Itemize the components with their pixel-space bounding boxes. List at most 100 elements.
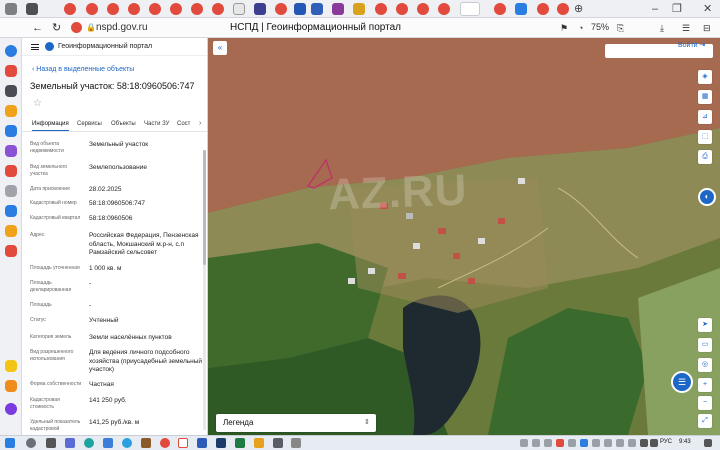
- tab-icon[interactable]: [212, 3, 224, 15]
- zoom-in-icon[interactable]: +: [698, 378, 712, 392]
- taskbar-app-icon[interactable]: [291, 438, 301, 448]
- tray-icon[interactable]: [628, 439, 636, 447]
- tab-icon[interactable]: [107, 3, 119, 15]
- sidebar-icon[interactable]: [5, 45, 17, 57]
- tab-information[interactable]: Информация: [32, 121, 69, 131]
- tab-icon[interactable]: [438, 3, 450, 15]
- sidebar-toggle-icon[interactable]: ⊟: [703, 21, 711, 35]
- sidebar-icon[interactable]: [5, 165, 17, 177]
- tab-icon[interactable]: [26, 3, 38, 15]
- assistant-icon[interactable]: ◐: [698, 188, 716, 206]
- back-to-selected-link[interactable]: ‹ Назад в выделенные объекты: [32, 66, 134, 73]
- tab-icon[interactable]: [515, 3, 527, 15]
- tab-icon[interactable]: [275, 3, 287, 15]
- tab-icon[interactable]: [170, 3, 182, 15]
- tab-icon[interactable]: [311, 3, 323, 15]
- layers-icon[interactable]: ◈: [698, 70, 712, 84]
- tab-icon[interactable]: [86, 3, 98, 15]
- store-icon[interactable]: [103, 438, 113, 448]
- sidebar-icon[interactable]: [5, 105, 17, 117]
- login-button[interactable]: Войти ⇥: [678, 41, 705, 49]
- tab-icon[interactable]: [5, 3, 17, 15]
- download-icon[interactable]: ⤓: [660, 21, 664, 35]
- tray-icon[interactable]: [532, 439, 540, 447]
- taskbar-clock[interactable]: 9:43: [679, 439, 691, 445]
- wifi-icon[interactable]: [640, 439, 648, 447]
- tab-icon[interactable]: [254, 3, 266, 15]
- fullscreen-icon[interactable]: ⤢: [698, 414, 712, 428]
- protect-icon[interactable]: ◔: [578, 21, 583, 35]
- sidebar-icon[interactable]: [5, 125, 17, 137]
- extension-icon[interactable]: ⎘: [617, 21, 624, 35]
- tray-icon[interactable]: [568, 439, 576, 447]
- tab-icon[interactable]: [332, 3, 344, 15]
- select-area-icon[interactable]: ⬚: [698, 130, 712, 144]
- zoom-out-icon[interactable]: −: [698, 396, 712, 410]
- tray-icon[interactable]: [556, 439, 564, 447]
- tray-icon[interactable]: [580, 439, 588, 447]
- collapse-panel-button[interactable]: «: [213, 41, 227, 55]
- browser-icon[interactable]: [160, 438, 170, 448]
- taskbar-app-icon[interactable]: [254, 438, 264, 448]
- sidebar-icon[interactable]: [5, 205, 17, 217]
- yandex-icon[interactable]: [178, 438, 188, 448]
- tab-icon[interactable]: [233, 3, 245, 15]
- navigate-icon[interactable]: ➤: [698, 318, 712, 332]
- minimize-icon[interactable]: –: [652, 2, 658, 16]
- tab-icon[interactable]: [128, 3, 140, 15]
- new-tab-icon[interactable]: ⊕: [574, 2, 583, 16]
- task-view-icon[interactable]: [46, 438, 56, 448]
- bookmark-icon[interactable]: ⚑: [560, 21, 568, 35]
- satellite-map[interactable]: AZ.RU « Войти ⇥ ◈ ▦ ⊿ ⬚ ⎙ ◐ ➤ ▭ ◎ ☰ + − …: [208, 38, 720, 435]
- notifications-icon[interactable]: [704, 439, 712, 447]
- tab-icon[interactable]: [396, 3, 408, 15]
- sidebar-icon[interactable]: [5, 65, 17, 77]
- tab-icon[interactable]: [294, 3, 306, 15]
- tab-icon[interactable]: [353, 3, 365, 15]
- excel-icon[interactable]: [235, 438, 245, 448]
- sidebar-icon[interactable]: [5, 145, 17, 157]
- tab-services[interactable]: Сервисы: [77, 121, 102, 127]
- sidebar-icon[interactable]: [5, 245, 17, 257]
- menu-icon[interactable]: ☰: [682, 21, 690, 35]
- geolocation-icon[interactable]: ◎: [698, 358, 712, 372]
- tab-state[interactable]: Сост: [177, 121, 190, 127]
- sidebar-icon[interactable]: [5, 85, 17, 97]
- sidebar-icon[interactable]: [5, 225, 17, 237]
- zoom-level[interactable]: 75%: [591, 22, 609, 32]
- monitor-icon[interactable]: ▭: [698, 338, 712, 352]
- windows-start-icon[interactable]: [5, 438, 15, 448]
- word-icon[interactable]: [197, 438, 207, 448]
- url-field[interactable]: nspd.gov.ru: [96, 22, 148, 33]
- tab-icon[interactable]: [494, 3, 506, 15]
- tab-icon[interactable]: [64, 3, 76, 15]
- chat-icon[interactable]: ☰: [671, 371, 693, 393]
- tray-icon[interactable]: [604, 439, 612, 447]
- tab-icon[interactable]: [417, 3, 429, 15]
- taskbar-app-icon[interactable]: [141, 438, 151, 448]
- tab-icon[interactable]: [537, 3, 549, 15]
- tab-objects[interactable]: Объекты: [111, 121, 136, 127]
- print-icon[interactable]: ⎙: [698, 150, 712, 164]
- volume-icon[interactable]: [650, 439, 658, 447]
- tray-icon[interactable]: [520, 439, 528, 447]
- favorite-star-icon[interactable]: ☆: [33, 98, 42, 109]
- taskbar-app-icon[interactable]: [273, 438, 283, 448]
- telegram-icon[interactable]: [122, 438, 132, 448]
- back-arrow-icon[interactable]: ←: [32, 21, 43, 35]
- tab-icon[interactable]: [149, 3, 161, 15]
- tab-icon[interactable]: [191, 3, 203, 15]
- chat-app-icon[interactable]: [65, 438, 75, 448]
- tray-icon[interactable]: [592, 439, 600, 447]
- sidebar-icon[interactable]: [5, 380, 17, 392]
- home-icon[interactable]: [71, 22, 82, 33]
- tray-icon[interactable]: [616, 439, 624, 447]
- search-icon[interactable]: [26, 438, 36, 448]
- reload-icon[interactable]: ↻: [52, 21, 61, 35]
- edge-icon[interactable]: [84, 438, 94, 448]
- measure-icon[interactable]: ⊿: [698, 110, 712, 124]
- legend-dropdown[interactable]: Легенда ⇕: [216, 414, 376, 432]
- alice-icon[interactable]: [5, 403, 17, 415]
- active-tab-icon[interactable]: [460, 2, 480, 16]
- language-indicator[interactable]: РУС: [660, 439, 672, 445]
